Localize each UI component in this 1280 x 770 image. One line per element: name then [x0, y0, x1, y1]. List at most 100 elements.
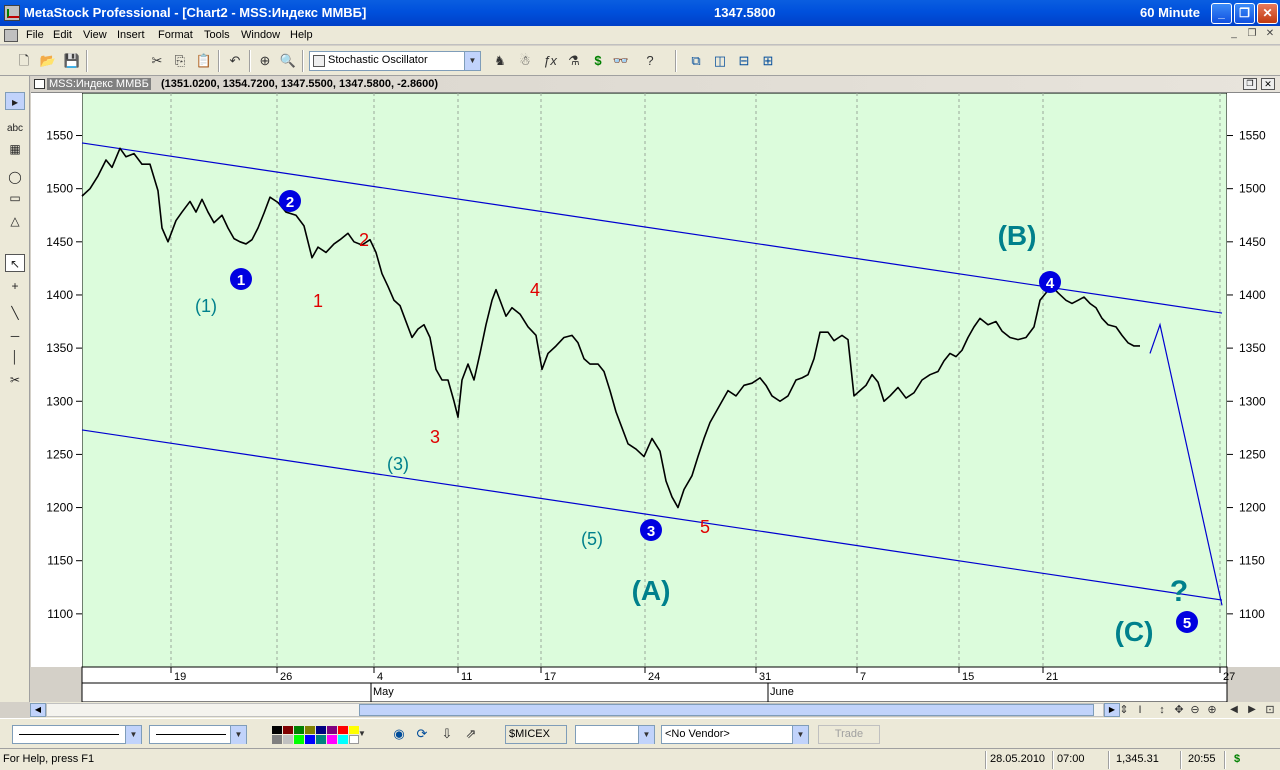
trendline-tool-icon[interactable]: ╲ — [5, 304, 25, 322]
y-tick-label-left: 1400 — [46, 288, 73, 302]
expand-icon[interactable]: ▸ — [5, 92, 25, 110]
pointer-tool-icon[interactable]: ↖ — [5, 254, 25, 272]
minimize-button[interactable]: _ — [1211, 3, 1232, 24]
menu-help[interactable]: Help — [290, 29, 313, 41]
expert-icon[interactable]: ♞ — [490, 51, 510, 71]
context-help-icon[interactable]: ? — [640, 51, 660, 71]
chevron-down-icon[interactable]: ▼ — [638, 726, 654, 744]
dollar-icon[interactable]: $ — [588, 51, 608, 71]
chart-titlebar: MSS:Индекс ММВБ (1351.0200, 1354.7200, 1… — [31, 76, 1280, 93]
chevron-down-icon[interactable]: ▼ — [230, 726, 246, 744]
page-left-icon[interactable]: ◀ — [1224, 700, 1244, 720]
chart-close-icon[interactable]: ✕ — [1261, 78, 1275, 90]
horizontal-scrollbar-track[interactable] — [46, 703, 1104, 717]
undo-icon[interactable]: ↶ — [225, 51, 245, 71]
download-icon[interactable]: ⇩ — [437, 724, 457, 744]
chevron-down-icon[interactable]: ▼ — [464, 52, 480, 70]
scroll-left-icon[interactable]: ◀ — [30, 703, 46, 717]
crosshair-icon[interactable]: ⊕ — [255, 51, 275, 71]
mdi-close-icon[interactable]: ✕ — [1262, 28, 1278, 43]
formula-icon[interactable]: ƒx — [540, 51, 560, 71]
save-icon[interactable]: 💾 — [62, 51, 82, 71]
indicator-select-value: Stochastic Oscillator — [328, 54, 428, 66]
wave-label-c2: 2 — [359, 230, 369, 250]
chart-link-icon[interactable]: ⇗ — [461, 724, 481, 744]
wave-label-c1: 1 — [313, 291, 323, 311]
menu-insert[interactable]: Insert — [117, 29, 145, 41]
binoculars-icon[interactable]: 👓 — [611, 51, 631, 71]
maximize-button[interactable]: ❐ — [1234, 3, 1255, 24]
vendor-select[interactable]: <No Vendor> ▼ — [661, 725, 809, 744]
y-tick-label-right: 1100 — [1239, 607, 1265, 621]
price-chart[interactable]: 1550 1550 1500 1500 1450 1450 1400 1400 1350 1350… — [31, 93, 1280, 702]
horizontal-line-tool-icon[interactable]: ─ — [5, 327, 25, 345]
symbol-dropdown[interactable]: ▼ — [575, 725, 655, 744]
x-tick-label: 19 — [174, 671, 186, 683]
y-tick-label-right: 1400 — [1239, 288, 1266, 302]
menu-window[interactable]: Window — [241, 29, 280, 41]
paste-icon[interactable]: 📋 — [194, 51, 214, 71]
fit-icon[interactable]: ⊡ — [1260, 700, 1280, 720]
chart-window-icon[interactable] — [4, 29, 18, 42]
copy-icon[interactable]: ⎘ — [170, 51, 190, 71]
chevron-down-icon[interactable]: ▼ — [125, 726, 141, 744]
wave-label-w1: (1) — [195, 296, 217, 316]
system-tester-icon[interactable]: ⚗ — [564, 51, 584, 71]
y-tick-label-right: 1300 — [1239, 394, 1266, 408]
chart-doc-icon[interactable] — [34, 79, 45, 89]
menu-edit[interactable]: Edit — [53, 29, 72, 41]
tile-vertical-icon[interactable]: ◫ — [710, 51, 730, 71]
status-price: 1,345.31 — [1116, 753, 1159, 765]
mdi-minimize-icon[interactable]: _ — [1226, 28, 1242, 43]
chart-scrollbar-row: ◀ ▶ ⇕ I ↕ ✥ ⊖ ⊕ ◀ ▶ ⊡ — [30, 702, 1280, 718]
rectangle-tool-icon[interactable]: ▭ — [5, 189, 25, 207]
zoom-in-icon[interactable]: ⊕ — [1202, 700, 1222, 720]
ellipse-tool-icon[interactable]: ◯ — [5, 168, 25, 186]
scissors-tool-icon[interactable]: ✂ — [5, 371, 25, 389]
main-toolbar: 🗋 📂 💾 ✂ ⎘ 📋 ↶ ⊕ 🔍 ♞ ☃ ƒx ⚗ $ 👓 ? ⧉ ◫ ⊟ ⊞ — [0, 46, 1280, 76]
tile-grid-icon[interactable]: ⊞ — [758, 51, 778, 71]
trade-button[interactable]: Trade — [818, 725, 880, 744]
crosshair-tool-icon[interactable]: + — [5, 277, 25, 295]
color-palette[interactable] — [272, 726, 359, 744]
menu-format[interactable]: Format — [158, 29, 193, 41]
cut-icon[interactable]: ✂ — [147, 51, 167, 71]
globe-icon[interactable]: ◉ — [389, 724, 409, 744]
menu-view[interactable]: View — [83, 29, 107, 41]
vertical-line-tool-icon[interactable]: │ — [5, 348, 25, 366]
wave-label-w5: (5) — [581, 529, 603, 549]
chevron-down-icon[interactable]: ▼ — [792, 726, 808, 744]
line-weight-select[interactable]: ▼ — [149, 725, 247, 744]
refresh-icon[interactable]: ⟳ — [412, 724, 432, 744]
y-tick-label-left: 1450 — [46, 235, 73, 249]
explorer-icon[interactable]: ☃ — [515, 51, 535, 71]
symbol-field[interactable]: $MICEX — [505, 725, 567, 744]
open-icon[interactable]: 📂 — [38, 51, 58, 71]
metastock-app-icon[interactable] — [4, 5, 20, 21]
palette-dropdown-icon[interactable]: ▼ — [352, 724, 372, 744]
triangle-tool-icon[interactable]: △ — [5, 212, 25, 230]
new-icon[interactable]: 🗋 — [14, 51, 34, 71]
x-tick-label: 21 — [1046, 671, 1058, 683]
cascade-icon[interactable]: ⧉ — [686, 51, 706, 71]
tile-horizontal-icon[interactable]: ⊟ — [734, 51, 754, 71]
zoom-icon[interactable]: 🔍 — [278, 51, 298, 71]
mdi-restore-icon[interactable]: ❐ — [1244, 28, 1260, 43]
chart-restore-icon[interactable]: ❐ — [1243, 78, 1257, 90]
title-last-price: 1347.5800 — [714, 5, 776, 20]
close-button[interactable]: ✕ — [1257, 3, 1278, 24]
x-tick-label: 17 — [544, 671, 556, 683]
text-tool-icon[interactable]: abc — [5, 120, 25, 138]
page-right-icon[interactable]: ▶ — [1242, 700, 1262, 720]
indicator-select[interactable]: Stochastic Oscillator ▼ — [309, 51, 481, 71]
grid-tool-icon[interactable]: ▦ — [5, 140, 25, 158]
cursor-icon[interactable]: I — [1130, 700, 1150, 720]
left-axis-panel — [31, 93, 82, 667]
line-style-select[interactable]: ▼ — [12, 725, 142, 744]
x-tick-label: 4 — [377, 671, 383, 683]
x-tick-label: 26 — [280, 671, 292, 683]
connection-dollar-icon: $ — [1234, 753, 1241, 765]
menu-file[interactable]: File — [26, 29, 44, 41]
horizontal-scrollbar-thumb[interactable] — [359, 704, 1094, 716]
menu-tools[interactable]: Tools — [204, 29, 230, 41]
